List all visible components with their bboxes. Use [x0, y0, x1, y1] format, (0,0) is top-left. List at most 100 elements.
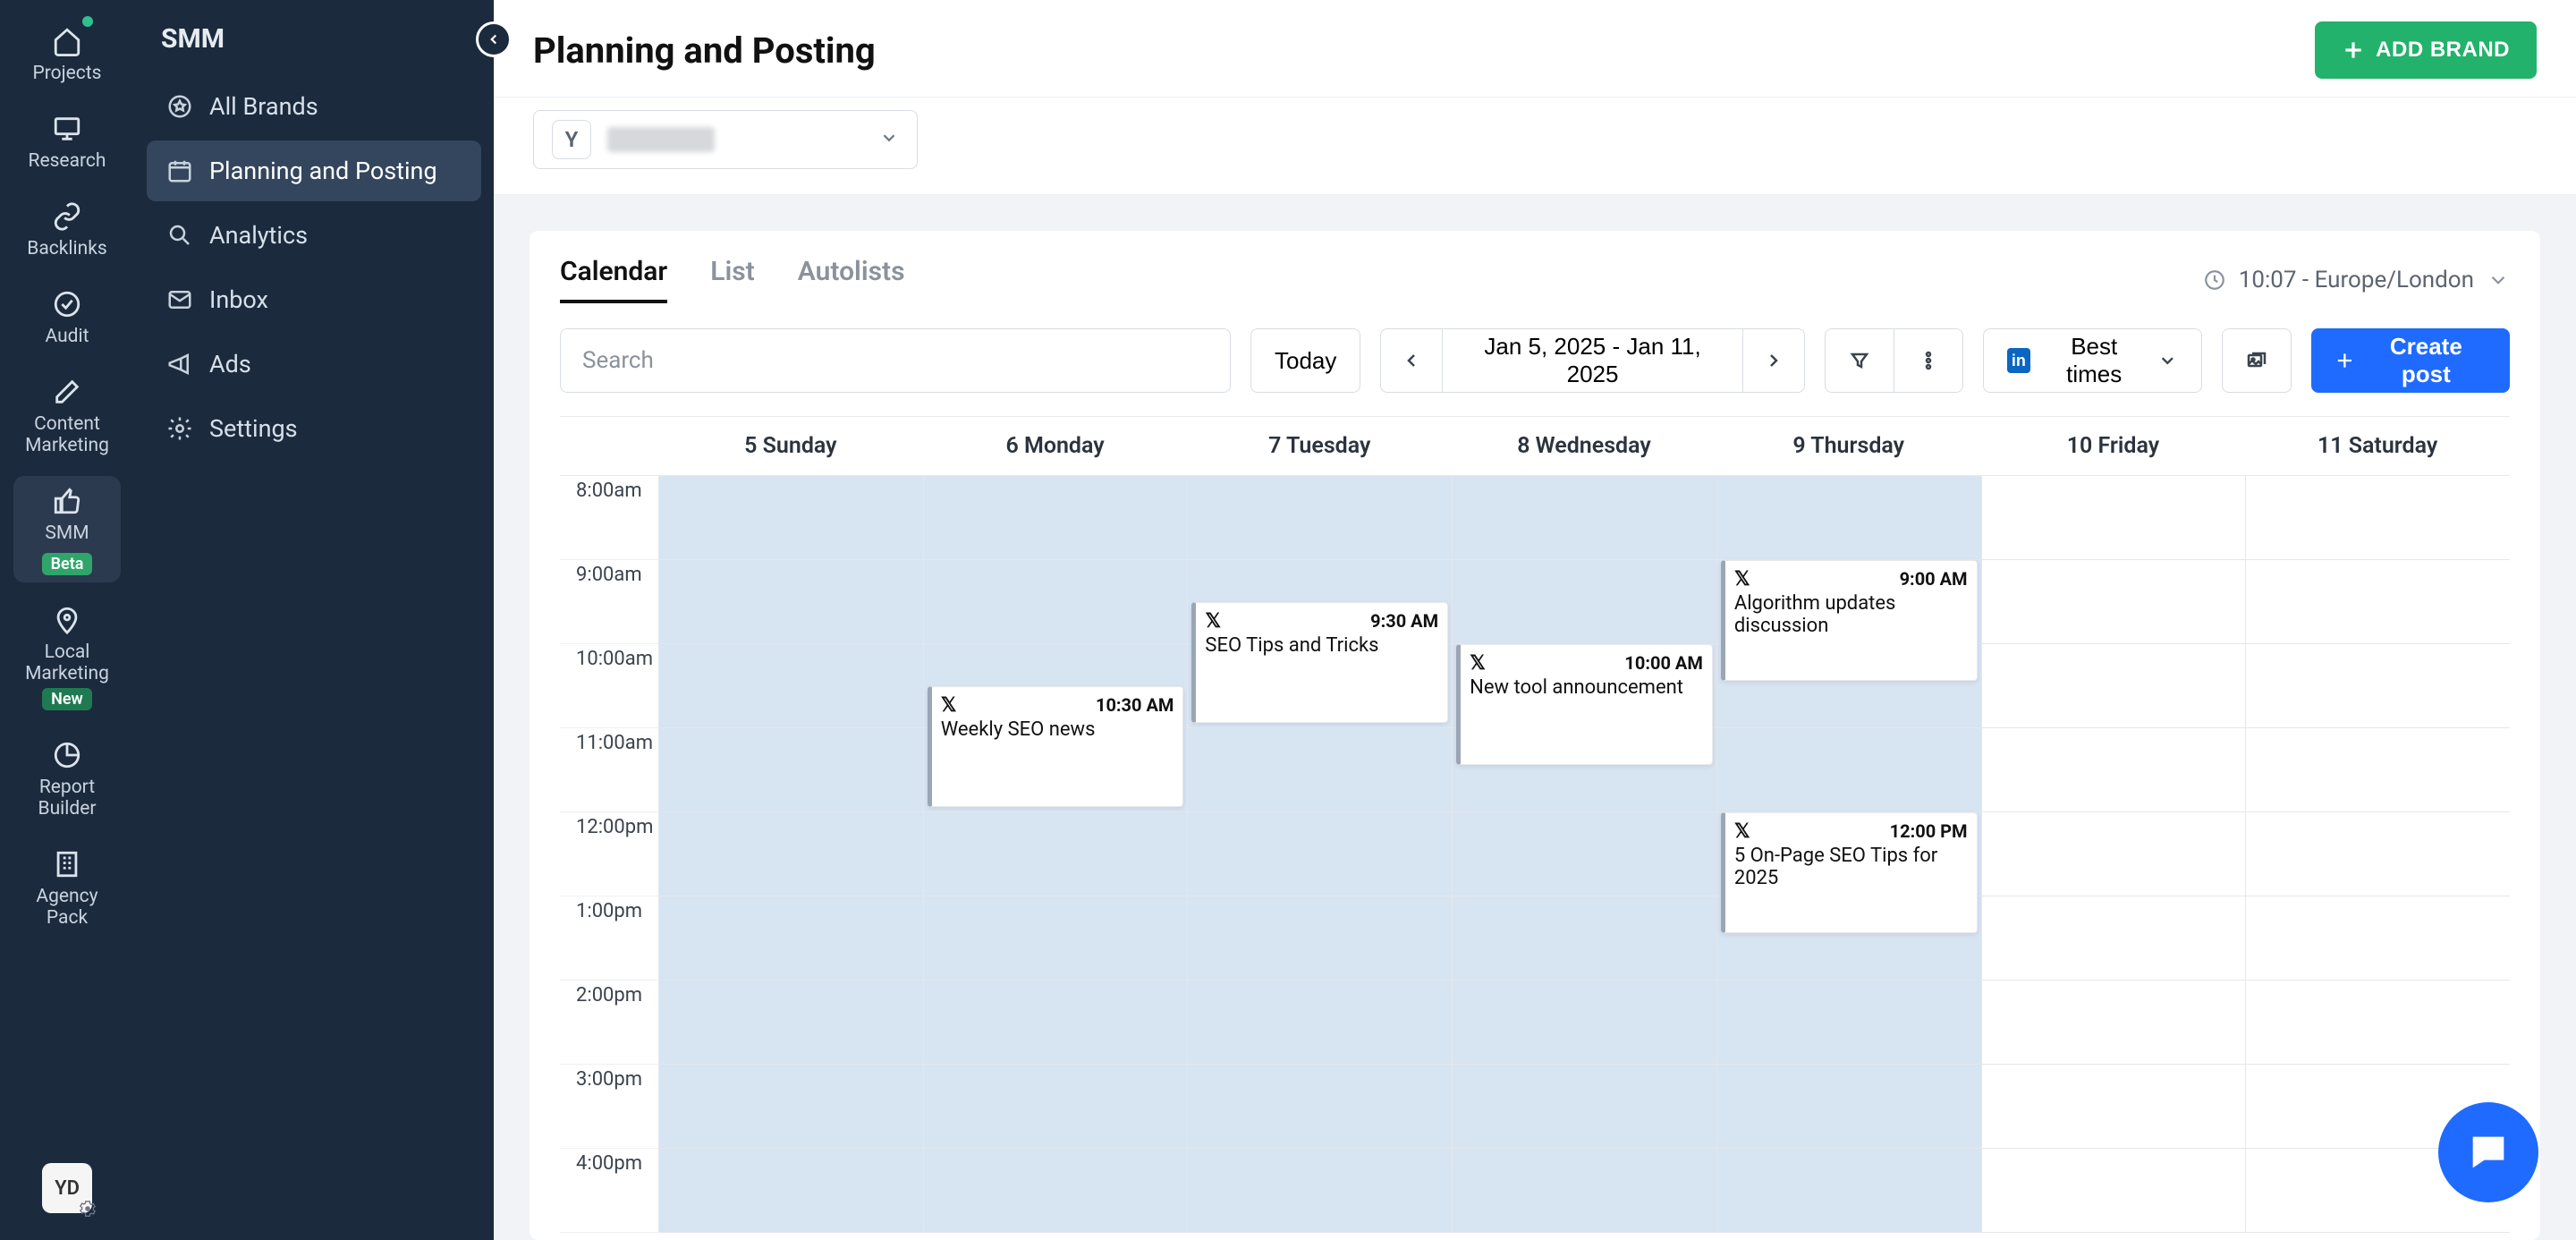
day-column[interactable]: 𝕏10:30 AMWeekly SEO news: [923, 476, 1188, 1233]
calendar-event[interactable]: 𝕏9:30 AMSEO Tips and Tricks: [1191, 602, 1448, 723]
timezone-selector[interactable]: 10:07 - Europe/London: [2203, 267, 2510, 293]
hour-cell[interactable]: [1717, 981, 1981, 1065]
rail-smm[interactable]: SMM Beta: [13, 476, 121, 582]
hour-cell[interactable]: [1982, 1149, 2246, 1233]
hour-cell[interactable]: [1982, 1065, 2246, 1149]
hour-cell[interactable]: [659, 1149, 923, 1233]
best-times-button[interactable]: in Best times: [1983, 328, 2202, 393]
add-brand-button[interactable]: ADD BRAND: [2315, 21, 2537, 79]
rail-local-marketing[interactable]: Local Marketing New: [13, 595, 121, 718]
hour-cell[interactable]: [1717, 1065, 1981, 1149]
event-title: SEO Tips and Tricks: [1205, 634, 1438, 657]
hour-cell[interactable]: [1453, 476, 1716, 560]
hour-cell[interactable]: [2246, 728, 2510, 812]
rail-agency-pack[interactable]: Agency Pack: [13, 839, 121, 936]
hour-cell[interactable]: [1453, 1065, 1716, 1149]
rail-report-builder[interactable]: Report Builder: [13, 730, 121, 827]
hour-cell[interactable]: [924, 812, 1188, 896]
day-column[interactable]: [1981, 476, 2246, 1233]
hour-cell[interactable]: [1982, 896, 2246, 981]
today-button[interactable]: Today: [1250, 328, 1360, 393]
date-range-button[interactable]: Jan 5, 2025 - Jan 11, 2025: [1443, 328, 1741, 393]
sidebar-label: Analytics: [209, 221, 308, 250]
hour-cell[interactable]: [2246, 560, 2510, 644]
hour-cell[interactable]: [1982, 728, 2246, 812]
filter-button[interactable]: [1825, 328, 1894, 393]
hour-cell[interactable]: [659, 981, 923, 1065]
hour-cell[interactable]: [1188, 1149, 1452, 1233]
brand-select[interactable]: Y: [533, 110, 918, 169]
collapse-sidebar-button[interactable]: [476, 21, 512, 57]
sidebar-item-inbox[interactable]: Inbox: [147, 269, 481, 330]
day-column[interactable]: 𝕏10:00 AMNew tool announcement: [1452, 476, 1716, 1233]
hour-cell[interactable]: [2246, 476, 2510, 560]
hour-cell[interactable]: [659, 560, 923, 644]
hour-cell[interactable]: [1982, 812, 2246, 896]
hour-cell[interactable]: [1982, 476, 2246, 560]
search-input[interactable]: Search: [560, 328, 1231, 393]
tab-calendar[interactable]: Calendar: [560, 256, 667, 303]
sidebar-item-settings[interactable]: Settings: [147, 398, 481, 459]
next-week-button[interactable]: [1742, 328, 1805, 393]
hour-cell[interactable]: [1188, 812, 1452, 896]
hour-cell[interactable]: [924, 896, 1188, 981]
hour-cell[interactable]: [2246, 812, 2510, 896]
hour-cell[interactable]: [2246, 644, 2510, 728]
sidebar-item-all-brands[interactable]: All Brands: [147, 76, 481, 137]
hour-cell[interactable]: [1717, 728, 1981, 812]
hour-cell[interactable]: [1188, 1065, 1452, 1149]
hour-cell[interactable]: [1717, 476, 1981, 560]
hour-cell[interactable]: [659, 812, 923, 896]
hour-cell[interactable]: [1982, 644, 2246, 728]
hour-cell[interactable]: [1453, 812, 1716, 896]
more-button[interactable]: [1894, 328, 1963, 393]
day-column[interactable]: 𝕏9:30 AMSEO Tips and Tricks: [1187, 476, 1452, 1233]
hour-cell[interactable]: [659, 728, 923, 812]
rail-research[interactable]: Research: [13, 104, 121, 179]
calendar-event[interactable]: 𝕏9:00 AMAlgorithm updates discussion: [1721, 560, 1978, 681]
calendar-event[interactable]: 𝕏12:00 PM5 On-Page SEO Tips for 2025: [1721, 812, 1978, 933]
user-menu[interactable]: YD: [42, 1163, 92, 1213]
hour-cell[interactable]: [1188, 981, 1452, 1065]
hour-cell[interactable]: [1982, 981, 2246, 1065]
hour-cell[interactable]: [659, 896, 923, 981]
hour-cell[interactable]: [1717, 1149, 1981, 1233]
rail-projects[interactable]: Projects: [13, 16, 121, 91]
day-column[interactable]: 𝕏9:00 AMAlgorithm updates discussion 𝕏12:…: [1716, 476, 1981, 1233]
tab-list[interactable]: List: [710, 256, 755, 303]
hour-cell[interactable]: [2246, 981, 2510, 1065]
hour-cell[interactable]: [924, 1065, 1188, 1149]
rail-content-marketing[interactable]: Content Marketing: [13, 367, 121, 463]
main: Planning and Posting ADD BRAND Y Calenda…: [494, 0, 2576, 1240]
hour-cell[interactable]: [2246, 896, 2510, 981]
sidebar-item-planning[interactable]: Planning and Posting: [147, 140, 481, 201]
hour-cell[interactable]: [1453, 1149, 1716, 1233]
hour-cell[interactable]: [659, 644, 923, 728]
more-vertical-icon: [1918, 350, 1939, 371]
hour-cell[interactable]: [1453, 981, 1716, 1065]
calendar-event[interactable]: 𝕏10:00 AMNew tool announcement: [1456, 644, 1713, 765]
hour-cell[interactable]: [924, 981, 1188, 1065]
hour-cell[interactable]: [924, 1149, 1188, 1233]
rail-backlinks[interactable]: Backlinks: [13, 191, 121, 267]
day-column[interactable]: [658, 476, 923, 1233]
prev-week-button[interactable]: [1380, 328, 1443, 393]
hour-cell[interactable]: [659, 1065, 923, 1149]
tab-autolists[interactable]: Autolists: [798, 256, 905, 303]
hour-cell[interactable]: [1982, 560, 2246, 644]
hour-cell[interactable]: [1188, 896, 1452, 981]
media-library-button[interactable]: [2222, 328, 2292, 393]
sidebar-item-analytics[interactable]: Analytics: [147, 205, 481, 266]
hour-cell[interactable]: [924, 560, 1188, 644]
rail-audit[interactable]: Audit: [13, 279, 121, 354]
hour-cell[interactable]: [659, 476, 923, 560]
hour-cell[interactable]: [1453, 896, 1716, 981]
hour-cell[interactable]: [1188, 728, 1452, 812]
chat-fab[interactable]: [2438, 1102, 2538, 1202]
hour-cell[interactable]: [1453, 560, 1716, 644]
hour-cell[interactable]: [924, 476, 1188, 560]
sidebar-item-ads[interactable]: Ads: [147, 334, 481, 395]
calendar-event[interactable]: 𝕏10:30 AMWeekly SEO news: [928, 686, 1184, 807]
hour-cell[interactable]: [1188, 476, 1452, 560]
create-post-button[interactable]: Create post: [2311, 328, 2510, 393]
